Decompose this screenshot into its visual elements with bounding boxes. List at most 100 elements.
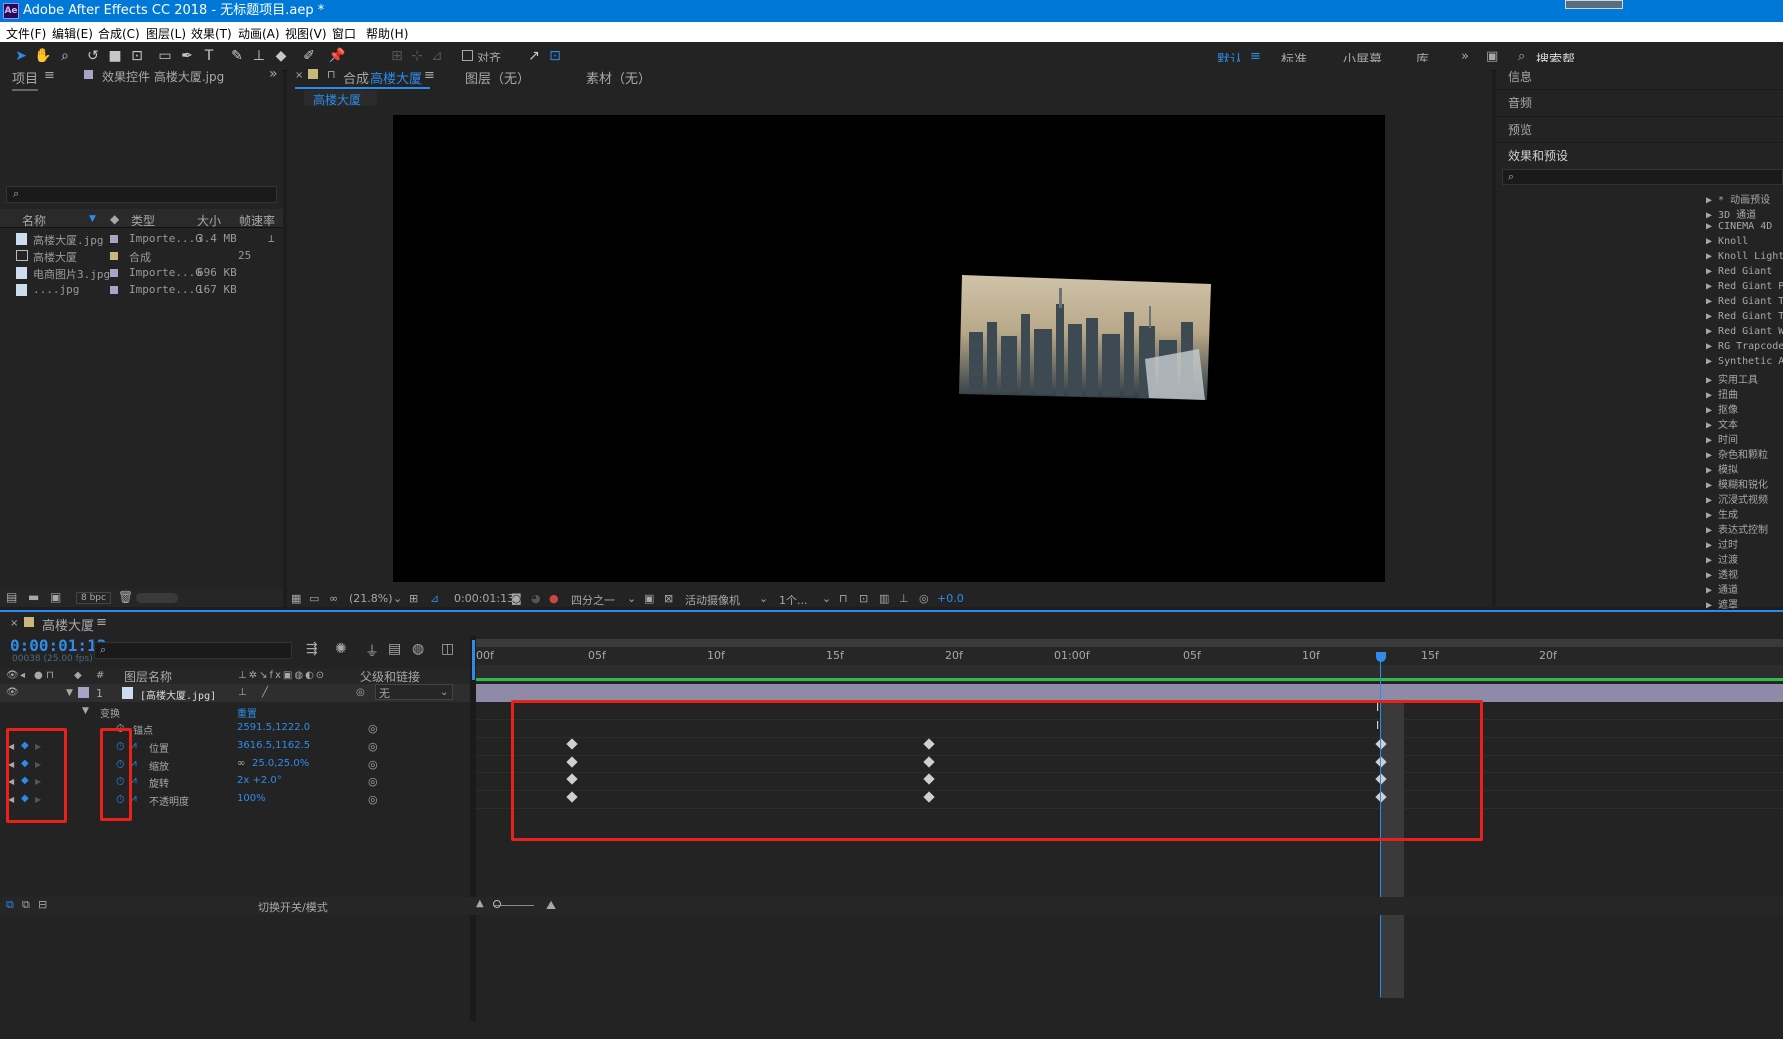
effect-category[interactable]: ▶ 透视 xyxy=(1706,566,1738,581)
timeline-current-time[interactable]: 0:00:01:13 xyxy=(10,636,106,655)
effect-category[interactable]: ▶ * 动画预设 xyxy=(1706,191,1770,206)
col-name[interactable]: 名称 xyxy=(22,212,46,229)
toggle-pixel-aspect-icon[interactable]: ⊓ xyxy=(839,592,848,605)
menu-animation[interactable]: 动画(A) xyxy=(238,25,280,42)
camera-chevron-down-icon[interactable]: ⌄ xyxy=(759,592,768,605)
tab-audio[interactable]: 音频 xyxy=(1508,94,1532,111)
tab-project[interactable]: 项目 xyxy=(12,68,39,91)
effect-category[interactable]: ▶ RG Trapcode xyxy=(1706,341,1783,352)
effects-search-input[interactable]: ⌕ xyxy=(1502,169,1783,185)
zoom-slider-handle[interactable] xyxy=(493,900,501,908)
tab-preview[interactable]: 预览 xyxy=(1508,121,1532,138)
close-icon[interactable]: × xyxy=(295,70,303,81)
pickwhip-icon[interactable]: ◎ xyxy=(368,775,378,788)
always-preview-icon[interactable]: ▦ xyxy=(291,592,301,605)
effect-category[interactable]: ▶ Synthetic A xyxy=(1706,356,1783,367)
solo-icon[interactable]: ● xyxy=(34,670,43,681)
quality-switch-icon[interactable]: ╱ xyxy=(262,687,268,698)
property-value[interactable]: 2x +2.0° xyxy=(237,775,282,786)
layer-name[interactable]: [高楼大厦.jpg] xyxy=(140,687,216,702)
effect-category[interactable]: ▶ 3D 通道 xyxy=(1706,206,1756,221)
layer-label-color-icon[interactable] xyxy=(78,687,89,698)
reset-link[interactable]: 重置 xyxy=(237,705,257,720)
col-parent-link[interactable]: 父级和链接 xyxy=(360,668,420,685)
city-image-layer[interactable] xyxy=(959,274,1213,400)
tab-comp-menu-icon[interactable]: ≡ xyxy=(424,68,435,83)
property-value[interactable]: 3616.5,1162.5 xyxy=(237,740,310,751)
zoom-out-icon[interactable]: ▲ xyxy=(476,898,484,909)
transparency-grid-icon[interactable]: ▣ xyxy=(644,592,654,605)
shy-layers-icon[interactable]: ⏚ xyxy=(365,641,379,661)
effect-category[interactable]: ▶ 通道 xyxy=(1706,581,1738,596)
property-value[interactable]: 2591.5,1222.0 xyxy=(237,722,310,733)
tab-layer[interactable]: 图层（无） xyxy=(465,68,530,87)
work-area-bar[interactable] xyxy=(476,639,1783,647)
tab-comp-name[interactable]: 高楼大厦 xyxy=(370,68,422,87)
menu-composition[interactable]: 合成(C) xyxy=(98,25,140,42)
flowchart-icon[interactable]: ⊥ xyxy=(899,592,909,605)
trash-icon[interactable]: 🗑 xyxy=(118,590,133,604)
tab-info[interactable]: 信息 xyxy=(1508,68,1532,85)
composition-canvas[interactable] xyxy=(393,115,1385,582)
effect-category[interactable]: ▶ 过时 xyxy=(1706,536,1738,551)
col-fps[interactable]: 帧速率 xyxy=(239,212,275,229)
menu-file[interactable]: 文件(F) xyxy=(6,25,46,42)
sort-arrow-icon[interactable]: ▼ xyxy=(89,214,96,224)
time-ruler[interactable]: 00f 05f 10f 15f 20f 01:00f 05f 10f 15f 2… xyxy=(476,647,1783,665)
timeline-tab-name[interactable]: 高楼大厦 xyxy=(42,615,94,634)
parent-chevron-down-icon[interactable]: ⌄ xyxy=(440,687,448,698)
menu-effect[interactable]: 效果(T) xyxy=(191,25,232,42)
effect-category[interactable]: ▶ Red Giant xyxy=(1706,266,1772,277)
work-area-start-handle[interactable] xyxy=(472,640,475,680)
effect-category[interactable]: ▶ 表达式控制 xyxy=(1706,521,1768,536)
effect-category[interactable]: ▶ 遮罩 xyxy=(1706,596,1738,611)
label-tag-icon[interactable]: ◆ xyxy=(74,670,82,681)
property-value[interactable]: 100% xyxy=(237,793,266,804)
property-row[interactable]: ◀ ◆ ▶ ⏱ ⩘ 位置 3616.5,1162.5 ◎ xyxy=(0,737,535,757)
col-size[interactable]: 大小 xyxy=(197,212,221,229)
expand-arrow-icon[interactable]: ▼ xyxy=(66,688,73,698)
new-comp-icon[interactable]: ▣ xyxy=(50,590,61,604)
channel-rgb-icon[interactable]: ● xyxy=(549,592,559,605)
bpc-button[interactable]: 8 bpc xyxy=(76,592,111,604)
effect-category[interactable]: ▶ Red Giant W xyxy=(1706,326,1783,337)
menu-view[interactable]: 视图(V) xyxy=(285,25,327,42)
pickwhip-icon[interactable]: ◎ xyxy=(368,758,378,771)
eye-icon[interactable]: 👁 xyxy=(6,670,19,681)
effect-category[interactable]: ▶ CINEMA 4D xyxy=(1706,221,1772,232)
col-layer-name[interactable]: 图层名称 xyxy=(124,668,172,685)
lock-icon[interactable]: ⊓ xyxy=(46,670,54,681)
views-dropdown[interactable]: 1个... xyxy=(779,592,808,608)
region-of-interest-icon[interactable]: ⊿ xyxy=(430,592,439,605)
snap-checkbox[interactable] xyxy=(462,50,473,61)
effect-category[interactable]: ▶ 生成 xyxy=(1706,506,1738,521)
monitor-icon[interactable]: ▭ xyxy=(309,592,319,605)
comp-breadcrumb[interactable]: 高楼大厦 xyxy=(304,90,377,107)
toggle-switches-modes[interactable]: 切换开关/模式 xyxy=(258,899,328,915)
menu-window[interactable]: 窗口 xyxy=(332,25,356,42)
close-icon[interactable]: × xyxy=(10,618,18,629)
zoom-in-icon[interactable]: ⛰ xyxy=(546,898,556,913)
effect-category[interactable]: ▶ 时间 xyxy=(1706,431,1738,446)
property-row[interactable]: ◀ ◆ ▶ ⏱ ⩘ 旋转 2x +2.0° ◎ xyxy=(0,772,535,792)
mask-visibility-icon[interactable]: ⊠ xyxy=(664,592,673,605)
playhead-handle[interactable] xyxy=(1376,652,1386,662)
exposure-value[interactable]: +0.0 xyxy=(937,592,964,605)
motion-blur-icon[interactable]: ◍ xyxy=(412,641,424,657)
tab-footage[interactable]: 素材（无） xyxy=(586,68,651,87)
zoom-dropdown[interactable]: (21.8%) xyxy=(349,592,393,605)
camera-dropdown[interactable]: 活动摄像机 xyxy=(685,592,740,608)
property-row[interactable]: ⏱ 锚点 2591.5,1222.0 ◎ xyxy=(0,719,535,739)
lock-icon[interactable]: ⊓ xyxy=(327,68,336,81)
project-item[interactable]: ....jpg Importe...G 167 KB xyxy=(0,280,300,299)
resolution-dropdown[interactable]: 四分之一 xyxy=(571,592,615,608)
effect-category[interactable]: ▶ Knoll xyxy=(1706,236,1748,247)
project-search-input[interactable]: ⌕ xyxy=(6,186,277,203)
timeline-search-input[interactable]: ⌕ xyxy=(94,642,292,659)
graph-editor-icon[interactable]: ◫ xyxy=(441,641,454,657)
pickwhip-icon[interactable]: ◎ xyxy=(356,687,365,698)
vr-goggles-icon[interactable]: ∞ xyxy=(329,592,338,605)
effect-category[interactable]: ▶ 杂色和颗粒 xyxy=(1706,446,1768,461)
constrain-link-icon[interactable]: ∞ xyxy=(237,758,245,769)
draft-3d-icon[interactable]: ✺ xyxy=(335,641,347,657)
